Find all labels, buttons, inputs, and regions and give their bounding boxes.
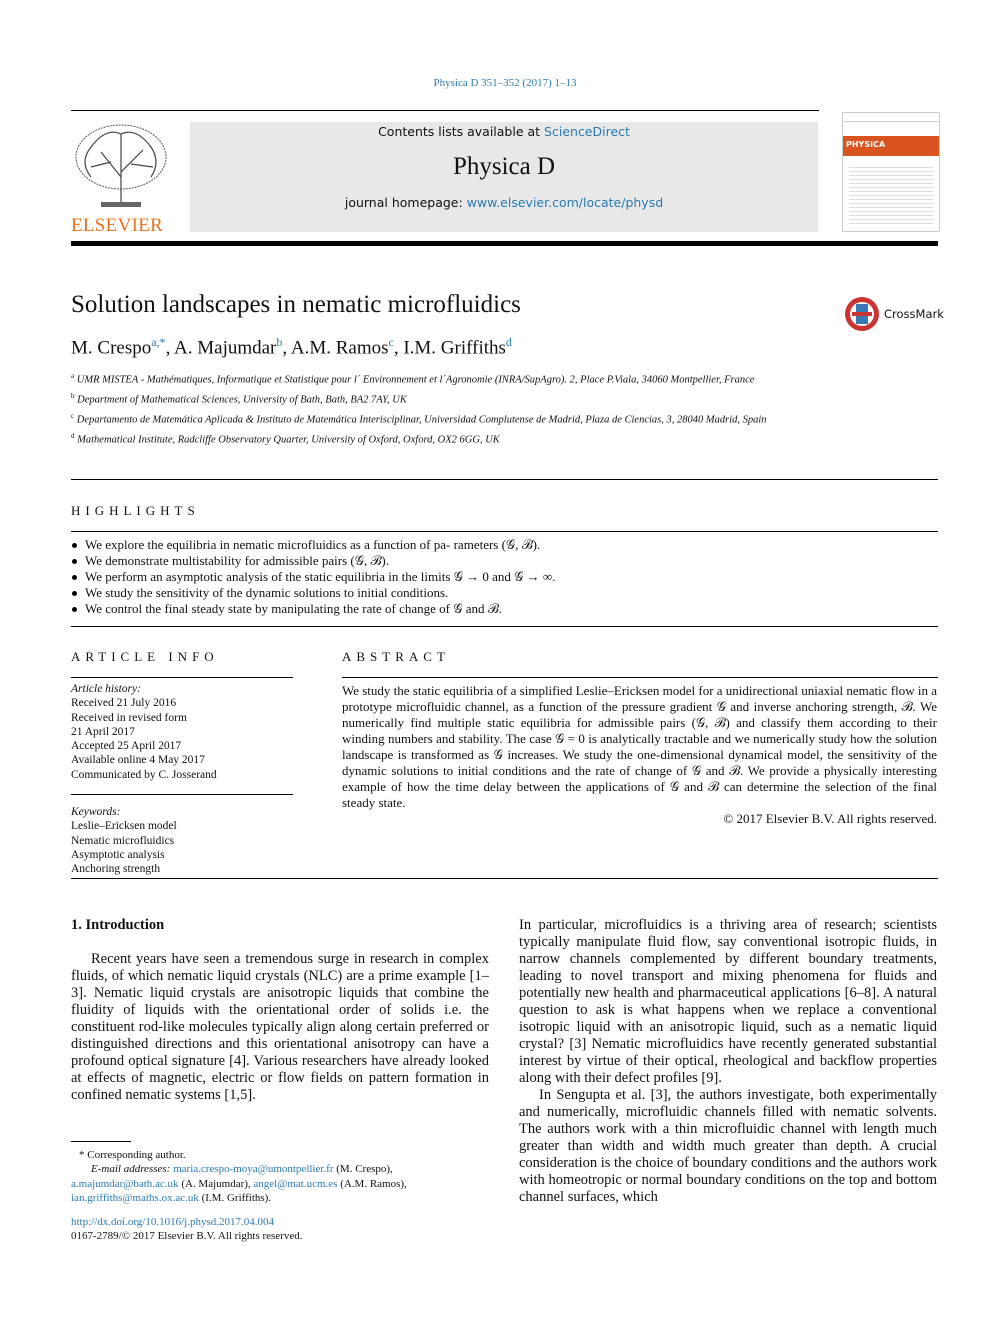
author: A. Majumdar (174, 337, 277, 359)
divider (71, 531, 938, 532)
author: M. Crespo (71, 337, 152, 359)
highlight-item: We explore the equilibria in nematic mic… (71, 537, 937, 553)
contents-prefix: Contents lists available at (378, 124, 545, 139)
abstract-text: We study the static equilibria of a simp… (342, 683, 937, 810)
highlights-heading: HIGHLIGHTS (71, 503, 200, 518)
body-left-column: 1. Introduction Recent years have seen a… (71, 917, 489, 1104)
email-link[interactable]: maria.crespo-moya@umontpellier.fr (173, 1163, 333, 1175)
crossmark-label: CrossMark (884, 307, 944, 321)
keyword: Asymptotic analysis (71, 848, 165, 861)
author: I.M. Griffiths (403, 337, 506, 359)
highlights-list: We explore the equilibria in nematic mic… (71, 537, 937, 617)
article-title: Solution landscapes in nematic microflui… (71, 291, 521, 318)
cover-title: PHYSICA (843, 136, 939, 156)
section-heading: 1. Introduction (71, 917, 165, 933)
keywords-label: Keywords: (71, 806, 121, 819)
highlight-item: We control the final steady state by man… (71, 601, 937, 617)
body-paragraph: In particular, microfluidics is a thrivi… (519, 917, 937, 1086)
divider (71, 626, 938, 627)
history-item: Received 21 July 2016 (71, 697, 177, 710)
affiliation: a UMR MISTEA - Mathématiques, Informatiq… (71, 372, 755, 386)
affiliation: c Departamento de Matemática Aplicada & … (71, 412, 767, 426)
footnotes: * Corresponding author. E-mail addresses… (71, 1148, 471, 1244)
history-item: Available online 4 May 2017 (71, 754, 205, 767)
abstract-copyright: © 2017 Elsevier B.V. All rights reserved… (723, 811, 937, 826)
highlight-item: We perform an asymptotic analysis of the… (71, 569, 937, 585)
tree-icon (71, 122, 171, 212)
author-list: M. Crespoa,*, A. Majumdarb, A.M. Ramosc,… (71, 335, 512, 359)
abstract: We study the static equilibria of a simp… (342, 683, 937, 827)
issn-copyright: 0167-2789/© 2017 Elsevier B.V. All right… (71, 1230, 303, 1243)
history-item: Accepted 25 April 2017 (71, 740, 182, 753)
author: A.M. Ramos (290, 337, 389, 359)
elsevier-logo: ELSEVIER (71, 122, 171, 236)
journal-cover: PHYSICA (842, 112, 940, 232)
journal-title: Physica D (452, 153, 556, 180)
highlight-item: We study the sensitivity of the dynamic … (71, 585, 937, 601)
journal-reference[interactable]: Physica D 351–352 (2017) 1–13 (0, 77, 992, 89)
author-sup[interactable]: c (389, 335, 394, 349)
email-link[interactable]: angel@mat.ucm.es (253, 1178, 337, 1190)
keyword: Nematic microfluidics (71, 834, 175, 847)
divider (342, 677, 938, 678)
divider (71, 878, 938, 879)
homepage-prefix: journal homepage: (344, 195, 467, 210)
doi-link[interactable]: http://dx.doi.org/10.1016/j.physd.2017.0… (71, 1216, 274, 1228)
body-right-column: In particular, microfluidics is a thrivi… (519, 917, 937, 1206)
header-rule (71, 110, 819, 111)
history-item: Communicated by C. Josserand (71, 768, 217, 781)
homepage-link[interactable]: www.elsevier.com/locate/physd (467, 195, 663, 210)
divider (71, 479, 938, 480)
history-item: Received in revised form (71, 711, 187, 724)
footnote-rule (71, 1141, 131, 1142)
keyword: Anchoring strength (71, 863, 161, 876)
keyword: Leslie–Ericksen model (71, 820, 177, 833)
sciencedirect-link[interactable]: ScienceDirect (544, 124, 630, 139)
article-info-heading: ARTICLE INFO (71, 649, 219, 664)
banner-rule (71, 241, 938, 246)
author-sup[interactable]: a,* (151, 335, 165, 349)
divider (71, 677, 293, 678)
affiliation: b Department of Mathematical Sciences, U… (71, 392, 407, 406)
history-item: 21 April 2017 (71, 725, 135, 738)
affiliation: d Mathematical Institute, Radcliffe Obse… (71, 432, 500, 446)
article-info: Article history: Received 21 July 2016 R… (71, 682, 293, 877)
abstract-heading: ABSTRACT (342, 649, 450, 664)
author-sup[interactable]: b (276, 335, 282, 349)
publisher-name: ELSEVIER (71, 215, 164, 236)
email-label: E-mail addresses: (91, 1163, 171, 1176)
crossmark-badge[interactable]: CrossMark (844, 296, 944, 332)
history-label: Article history: (71, 683, 141, 695)
corresponding-author: Corresponding author. (87, 1149, 186, 1161)
author-sup[interactable]: d (506, 335, 512, 349)
email-link[interactable]: ian.griffiths@maths.ox.ac.uk (71, 1192, 199, 1204)
crossmark-icon (845, 297, 879, 331)
highlight-item: We demonstrate multistability for admiss… (71, 553, 937, 569)
email-link[interactable]: a.majumdar@bath.ac.uk (71, 1178, 179, 1190)
journal-banner: Contents lists available at ScienceDirec… (190, 122, 818, 232)
body-paragraph: Recent years have seen a tremendous surg… (71, 951, 489, 1103)
body-paragraph: In Sengupta et al. [3], the authors inve… (519, 1087, 937, 1205)
affiliations: a UMR MISTEA - Mathématiques, Informatiq… (71, 369, 801, 449)
paper-page: Physica D 351–352 (2017) 1–13 ELSEVIER C… (0, 0, 992, 1323)
